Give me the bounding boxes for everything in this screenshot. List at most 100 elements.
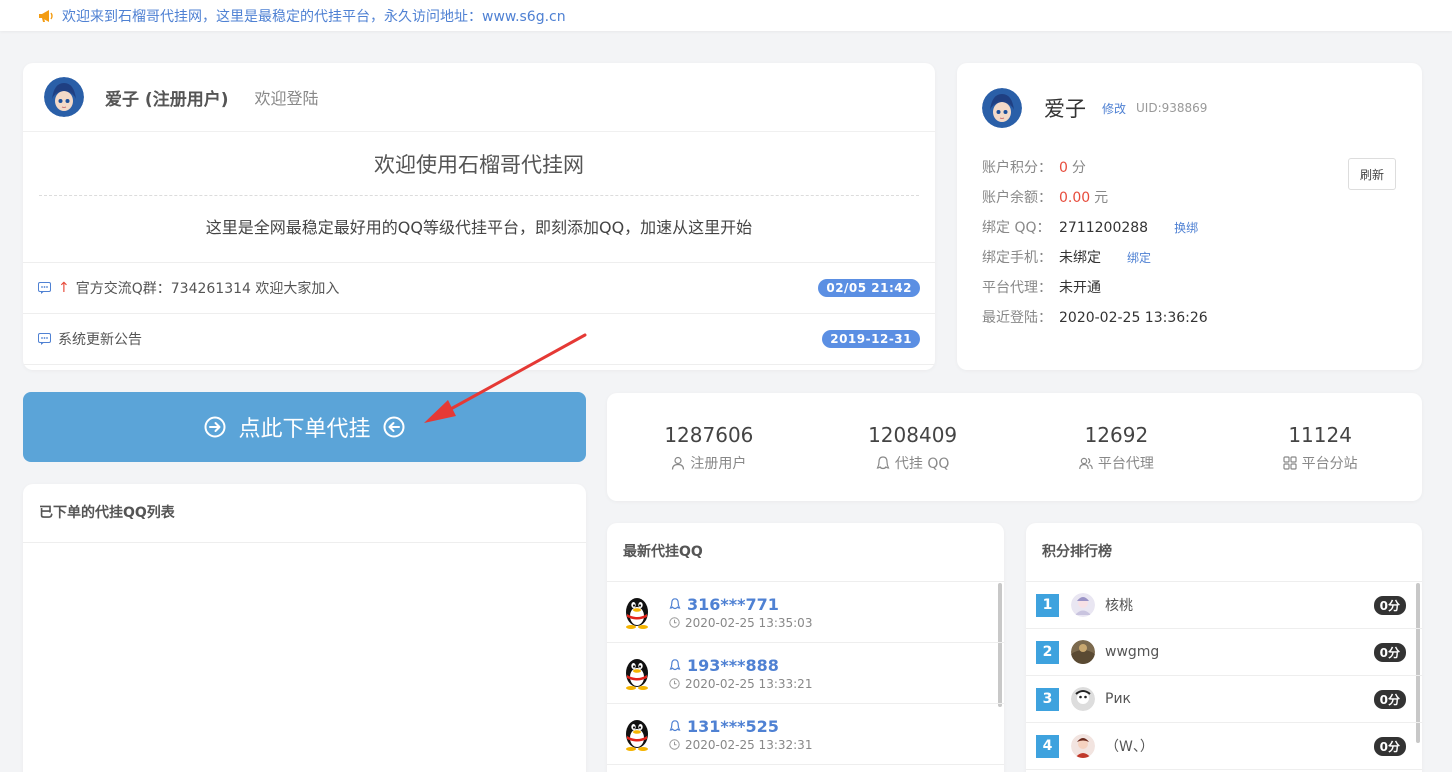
arrow-left-circle-icon: [383, 416, 404, 438]
qq-value: 2711200288: [1059, 220, 1149, 236]
stat-registered-users: 1287606 注册用户: [607, 393, 811, 501]
qq-number-wrap: 316***771: [669, 595, 812, 614]
avatar: [44, 77, 84, 117]
avatar: [1071, 640, 1095, 664]
stat-substations: 11124 平台分站: [1218, 393, 1422, 501]
order-list-card: 已下单的代挂QQ列表: [23, 484, 586, 772]
avatar: [1071, 734, 1095, 758]
order-button[interactable]: 点此下单代挂: [23, 392, 586, 462]
list-item[interactable]: 131***525 2020-02-25 13:32:31: [607, 704, 1004, 765]
stat-label-wrap: 代挂 QQ: [811, 453, 1015, 473]
last-login-label: 最近登陆：: [982, 310, 1052, 326]
grid-icon: [1283, 456, 1297, 470]
avatar: [1071, 593, 1095, 617]
announcement-item[interactable]: 系统更新公告 2019-12-31: [23, 314, 935, 365]
stat-value: 1287606: [664, 423, 754, 447]
ranking-card: 积分排行榜 1 核桃 0分 2 wwgmg 0分 3 Рик 0分 4 （W、）…: [1026, 523, 1422, 772]
qq-time-wrap: 2020-02-25 13:33:21: [669, 677, 812, 691]
stat-value: 1208409: [868, 423, 958, 447]
stat-agents: 12692 平台代理: [1015, 393, 1219, 501]
phone-value: 未绑定: [1059, 250, 1101, 266]
ranking-title: 积分排行榜: [1026, 523, 1422, 582]
welcome-text: 欢迎登陆: [254, 89, 319, 108]
rank-badge: 1: [1036, 593, 1059, 617]
latest-qq-card: 最新代挂QQ 316***771 2020-02-25 13:35:03 193…: [607, 523, 1004, 772]
penguin-icon: [626, 598, 648, 629]
list-item[interactable]: 316***771 2020-02-25 13:35:03: [607, 582, 1004, 643]
profile-header: 爱子 修改 UID:938869: [957, 63, 1422, 128]
latest-qq-title: 最新代挂QQ: [607, 523, 1004, 582]
qq-info: 131***525 2020-02-25 13:32:31: [669, 717, 812, 752]
score-badge: 0分: [1373, 736, 1406, 756]
user-icon: [672, 456, 685, 470]
penguin-icon: [626, 720, 648, 751]
stats-card: 1287606 注册用户 1208409 代挂 QQ 12692 平台代理 11…: [607, 393, 1422, 501]
qq-info: 193***888 2020-02-25 13:33:21: [669, 656, 812, 691]
rebind-link[interactable]: 换绑: [1174, 216, 1198, 246]
stat-hosted-qq: 1208409 代挂 QQ: [811, 393, 1015, 501]
profile-card: 爱子 修改 UID:938869 刷新 账户积分： 0 分 账户余额： 0.00…: [957, 63, 1422, 370]
arrow-right-circle-icon: [204, 416, 226, 438]
qq-icon: [669, 659, 681, 671]
points-label: 账户积分：: [982, 160, 1052, 176]
announcement-text: 系统更新公告: [58, 332, 142, 348]
agent-row: 平台代理： 未开通: [982, 276, 1208, 306]
qq-icon: [669, 598, 681, 610]
score-badge: 0分: [1373, 642, 1406, 662]
page-title: 欢迎使用石榴哥代挂网: [39, 132, 919, 196]
announcement-item[interactable]: ↑ 官方交流Q群：734261314 欢迎大家加入 02/05 21:42: [23, 263, 935, 314]
date-badge: 02/05 21:42: [818, 279, 920, 297]
last-login-value: 2020-02-25 13:36:26: [1059, 310, 1208, 326]
welcome-card: 爱子 (注册用户) 欢迎登陆 欢迎使用石榴哥代挂网 这里是全网最稳定最好用的QQ…: [23, 63, 935, 370]
agent-label: 平台代理：: [982, 280, 1052, 296]
list-item[interactable]: 2 wwgmg 0分: [1026, 629, 1422, 676]
stat-value: 11124: [1288, 423, 1352, 447]
stat-label: 平台代理: [1097, 456, 1154, 472]
rank-badge: 3: [1036, 687, 1059, 711]
avatar: [982, 88, 1022, 128]
qq-time-wrap: 2020-02-25 13:35:03: [669, 616, 812, 630]
balance-unit: 元: [1094, 190, 1109, 206]
stat-label-wrap: 平台分站: [1218, 453, 1422, 473]
clock-icon: [669, 739, 680, 750]
date-badge: 2019-12-31: [822, 330, 920, 348]
avatar: [1071, 687, 1095, 711]
phone-label: 绑定手机：: [982, 250, 1052, 266]
score-badge: 0分: [1373, 689, 1406, 709]
score-badge: 0分: [1373, 595, 1406, 615]
last-login-row: 最近登陆： 2020-02-25 13:36:26: [982, 306, 1208, 336]
balance-label: 账户余额：: [982, 190, 1052, 206]
user-uid: UID:938869: [1136, 101, 1208, 115]
list-item[interactable]: 193***888 2020-02-25 13:33:21: [607, 643, 1004, 704]
points-row: 账户积分： 0 分: [982, 156, 1208, 186]
qq-time-wrap: 2020-02-25 13:32:31: [669, 738, 812, 752]
phone-row: 绑定手机： 未绑定 绑定: [982, 246, 1208, 276]
qq-number: 193***888: [687, 655, 779, 675]
points-unit: 分: [1071, 160, 1086, 176]
qq-label: 绑定 QQ：: [982, 220, 1051, 236]
clock-icon: [669, 678, 680, 689]
announcement-text: 官方交流Q群：734261314 欢迎大家加入: [75, 281, 340, 297]
list-item[interactable]: 3 Рик 0分: [1026, 676, 1422, 723]
rank-name: Рик: [1105, 691, 1131, 707]
profile-details: 账户积分： 0 分 账户余额： 0.00 元 绑定 QQ： 2711200288…: [982, 156, 1208, 336]
chat-icon: [38, 333, 51, 345]
user-name: 爱子 (注册用户): [105, 89, 229, 110]
clock-icon: [669, 617, 680, 628]
refresh-button[interactable]: 刷新: [1348, 158, 1396, 190]
qq-row: 绑定 QQ： 2711200288 换绑: [982, 216, 1208, 246]
stat-label: 注册用户: [690, 456, 747, 472]
list-item[interactable]: 4 （W、） 0分: [1026, 723, 1422, 770]
stat-label-wrap: 平台代理: [1015, 453, 1219, 473]
qq-number: 131***525: [687, 716, 779, 736]
stat-label: 代挂 QQ: [894, 456, 950, 472]
list-item[interactable]: 1 核桃 0分: [1026, 582, 1422, 629]
bind-phone-link[interactable]: 绑定: [1127, 246, 1151, 276]
edit-link[interactable]: 修改: [1102, 100, 1126, 117]
chat-icon: [38, 282, 51, 294]
users-icon: [1079, 457, 1093, 470]
balance-row: 账户余额： 0.00 元: [982, 186, 1208, 216]
qq-icon: [669, 720, 681, 732]
notice-bar: 欢迎来到石榴哥代挂网，这里是最稳定的代挂平台，永久访问地址：www.s6g.cn: [0, 0, 1452, 31]
qq-number: 316***771: [687, 594, 779, 614]
